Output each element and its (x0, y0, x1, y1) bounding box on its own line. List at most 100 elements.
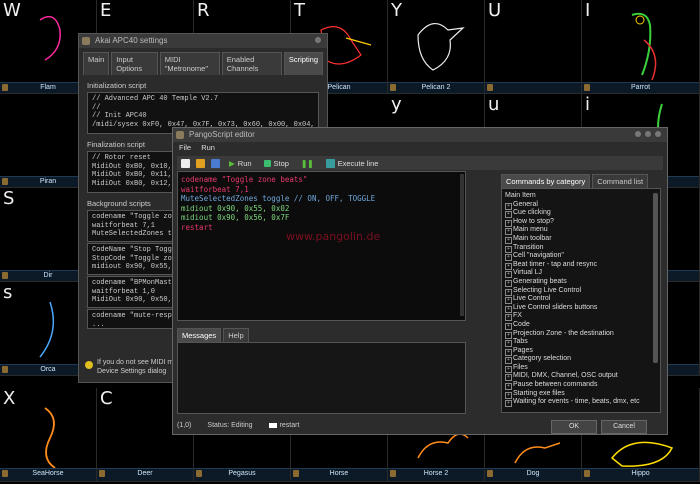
command-category-item[interactable]: + Virtual LJ (505, 269, 657, 279)
cell-key: U (488, 0, 502, 21)
commands-scrollbar[interactable] (653, 193, 658, 363)
menu-bar: File Run (173, 142, 667, 154)
cell-name: Hippo (631, 470, 650, 477)
command-category-label: General (513, 200, 538, 208)
command-category-label: Waiting for events - time, beats, dmx, e… (513, 398, 640, 406)
new-file-icon[interactable] (181, 158, 190, 168)
tab-enabled-channels[interactable]: Enabled Channels (221, 52, 282, 75)
command-category-item[interactable]: + Waiting for events - time, beats, dmx, … (505, 398, 657, 408)
bg-script-1[interactable]: codename "Toggle zone beats" waitforbeat… (87, 210, 175, 242)
code-scrollbar[interactable] (460, 174, 464, 316)
command-category-label: How to stop? (513, 217, 554, 225)
cell-name: SeaHorse (32, 470, 64, 477)
command-category-label: Code (513, 320, 530, 328)
pangoscript-editor: PangoScript editor File Run ▶ Run Stop ❚❚… (172, 127, 668, 435)
command-category-label: Live Control (513, 295, 551, 303)
command-category-item[interactable]: + MIDI, DMX, Channel, OSC output (505, 372, 657, 382)
final-script-field[interactable]: // Rotor reset MidiOut 0xB0, 0x10, 0x00;… (87, 151, 175, 193)
command-category-item[interactable]: + Files (505, 364, 657, 373)
stop-button[interactable]: Stop (261, 159, 292, 168)
code-line: midiout 0x90, 0x55, 0x02 (181, 203, 290, 213)
command-category-item[interactable]: + Pages (505, 347, 657, 356)
cue-cell[interactable]: I Parrot (582, 0, 700, 94)
cue-cell[interactable]: X SeaHorse (0, 388, 97, 482)
command-category-item[interactable]: + Starting exe files (505, 390, 657, 399)
command-category-item[interactable]: + General (505, 201, 657, 210)
command-category-item[interactable]: + Tabs (505, 338, 657, 348)
tab-commands-by-category[interactable]: Commands by category (501, 174, 591, 188)
menu-file[interactable]: File (179, 143, 191, 152)
editor-toolbar: ▶ Run Stop ❚❚ Execute line (177, 156, 663, 170)
menu-run[interactable]: Run (201, 143, 215, 152)
command-category-item[interactable]: + Selecting Live Control (505, 287, 657, 296)
cue-cell[interactable]: U (485, 0, 582, 94)
settings-title: Akai APC40 settings (95, 36, 168, 45)
cell-name: Parrot (630, 84, 651, 91)
maximize-icon[interactable] (645, 131, 651, 137)
cue-cell[interactable]: Y Pelican 2 (388, 0, 485, 94)
command-category-item[interactable]: + Projection Zone - the destination (505, 330, 657, 339)
settings-titlebar[interactable]: Akai APC40 settings (79, 34, 327, 48)
tab-messages[interactable]: Messages (177, 328, 222, 342)
command-category-item[interactable]: + How to stop? (505, 218, 657, 227)
tab-scripting[interactable]: Scripting (283, 52, 323, 75)
tab-help[interactable]: Help (223, 328, 249, 342)
save-icon[interactable] (211, 158, 220, 168)
commands-tree[interactable]: Main Item + General + Cue clicking + How to st… (501, 188, 661, 413)
cursor-position: (1,0) (177, 421, 192, 429)
command-category-label: Projection Zone - the destination (513, 329, 614, 337)
editor-title: PangoScript editor (189, 130, 255, 139)
cell-key: E (100, 0, 112, 21)
pause-button[interactable]: ❚❚ (298, 159, 317, 168)
cell-name: Horse 2 (423, 470, 449, 477)
settings-tabs: Main Input Options MIDI "Metronome" Enab… (79, 48, 327, 75)
command-category-label: Main Item (505, 192, 536, 199)
bg-script-2[interactable]: CodeName "Stop Toggle zone b StopCode "T… (87, 243, 175, 275)
command-category-label: MIDI, DMX, Channel, OSC output (513, 372, 618, 380)
tab-command-list[interactable]: Command list (592, 174, 649, 188)
messages-panel: Messages Help (177, 328, 466, 414)
info-icon (85, 361, 93, 369)
command-category-label: Generating beats (513, 277, 567, 285)
parrot-art-icon (631, 12, 657, 81)
command-category-item[interactable]: + FX (505, 312, 657, 322)
code-line: waitforbeat 7,1 (181, 184, 249, 194)
expand-icon[interactable]: + (505, 400, 512, 408)
run-button[interactable]: ▶ Run (226, 159, 255, 168)
command-category-label: Pages (513, 346, 533, 354)
command-category-label: Category selection (513, 355, 571, 363)
execute-line-button[interactable]: Execute line (323, 158, 382, 168)
code-editor[interactable]: codename "Toggle zone beats" waitforbeat… (177, 171, 466, 321)
restart-indicator-icon (268, 422, 277, 428)
command-category-label: Selecting Live Control (513, 286, 582, 294)
bg-script-3[interactable]: codename "BPMonMaster" waitforbeat 1,0 M… (87, 276, 175, 308)
tab-input-options[interactable]: Input Options (111, 52, 158, 75)
close-icon[interactable] (315, 37, 321, 43)
command-category-item[interactable]: + Main menu (505, 226, 657, 236)
command-category-item[interactable]: + Cell "navigation" (505, 252, 657, 262)
tab-midi-metronome[interactable]: MIDI "Metronome" (159, 52, 220, 75)
command-category-item[interactable]: + Cue clicking (505, 209, 657, 219)
command-category-item[interactable]: + Main toolbar (505, 235, 657, 244)
bg-script-4[interactable]: codename "mute-responce" ... (87, 309, 175, 329)
minimize-icon[interactable] (635, 131, 641, 137)
editor-titlebar[interactable]: PangoScript editor (173, 128, 667, 142)
play-icon: ▶ (229, 158, 235, 168)
cell-name: Horse (329, 470, 349, 477)
command-category-item[interactable]: Main Item (505, 192, 657, 201)
app-icon (82, 37, 90, 45)
command-category-item[interactable]: + Category selection (505, 355, 657, 365)
cell-name: Dog (526, 470, 540, 477)
stop-icon (263, 159, 271, 167)
command-category-item[interactable]: + Live Control (505, 295, 657, 305)
command-category-item[interactable]: + Code (505, 321, 657, 330)
open-folder-icon[interactable] (196, 158, 205, 168)
command-category-item[interactable]: + Live Control sliders buttons (505, 304, 657, 313)
pause-icon: ❚❚ (300, 158, 314, 168)
close-icon[interactable] (655, 131, 661, 137)
command-category-item[interactable]: + Pause between commands (505, 381, 657, 391)
command-category-item[interactable]: + Generating beats (505, 278, 657, 287)
command-category-item[interactable]: + Transition (505, 244, 657, 253)
tab-main[interactable]: Main (83, 52, 110, 75)
command-category-item[interactable]: + Beat timer - tap and resync (505, 261, 657, 270)
